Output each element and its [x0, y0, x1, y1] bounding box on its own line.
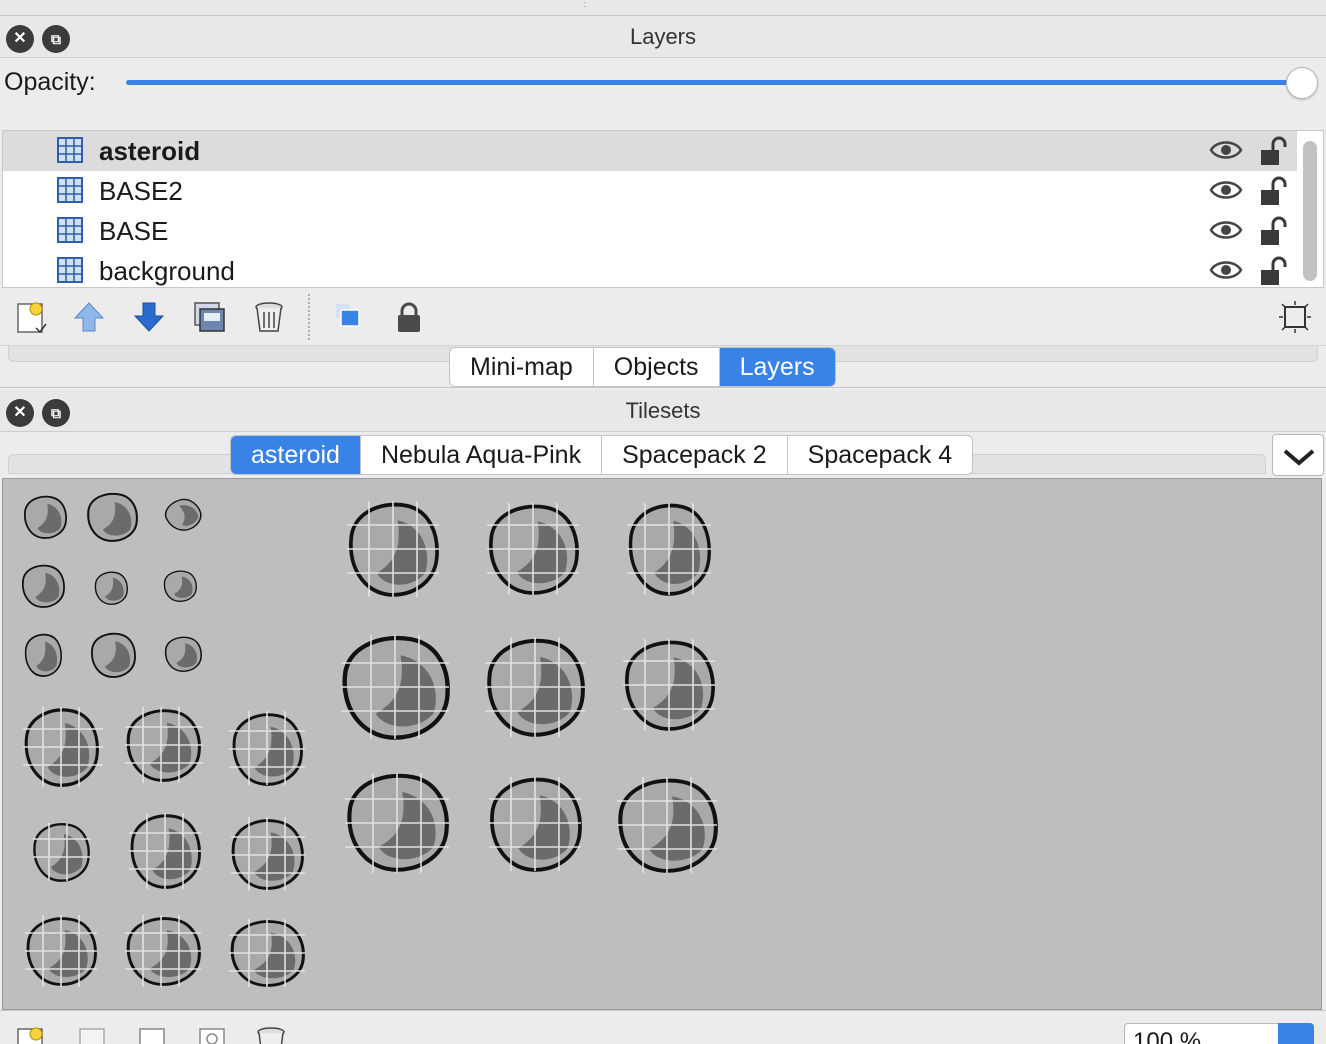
tileset-view[interactable] [2, 478, 1322, 1010]
layer-name: background [99, 256, 235, 286]
tab-tileset-nebula-aqua-pink[interactable]: Nebula Aqua-Pink [361, 436, 603, 474]
tileset-tabs: asteroid Nebula Aqua-Pink Spacepack 2 Sp… [230, 435, 974, 475]
tab-tileset-spacepack-2[interactable]: Spacepack 2 [602, 436, 788, 474]
zoom-dropdown-button[interactable] [1278, 1023, 1314, 1044]
delete-layer-icon[interactable] [252, 300, 286, 334]
splitter-grip[interactable]: ⋮ [580, 0, 590, 12]
new-layer-icon[interactable] [16, 300, 50, 334]
asteroid-tile[interactable] [26, 635, 62, 676]
new-tileset-icon[interactable] [16, 1025, 50, 1044]
tab-layers[interactable]: Layers [719, 348, 835, 386]
raise-layer-icon[interactable] [72, 300, 106, 334]
tileset-properties-icon[interactable] [196, 1025, 230, 1044]
opacity-label: Opacity: [4, 68, 96, 96]
opacity-row: Opacity: [0, 58, 1326, 128]
visibility-eye-icon[interactable] [1209, 217, 1243, 243]
opacity-slider-knob[interactable] [1286, 67, 1318, 99]
layer-row-asteroid[interactable]: asteroid [3, 131, 1297, 171]
tab-tileset-spacepack-4[interactable]: Spacepack 4 [788, 436, 973, 474]
dock-tabs: Mini-map Objects Layers [449, 347, 836, 387]
visibility-eye-icon[interactable] [1209, 177, 1243, 203]
highlight-layer-icon[interactable] [1278, 300, 1312, 334]
asteroid-tiles [3, 479, 1322, 1010]
layers-panel-title: Layers [629, 24, 697, 49]
toolbar-separator [308, 294, 310, 340]
visibility-eye-icon[interactable] [1209, 257, 1243, 283]
layer-list-scrollbar[interactable] [1303, 141, 1317, 281]
unlocked-padlock-icon[interactable] [1257, 175, 1289, 207]
tab-mini-map[interactable]: Mini-map [450, 348, 594, 386]
asteroid-tile[interactable] [88, 494, 137, 541]
tile-layer-icon [57, 217, 83, 243]
tab-objects[interactable]: Objects [594, 348, 720, 386]
tileset-tab-bar: asteroid Nebula Aqua-Pink Spacepack 2 Sp… [0, 434, 1326, 478]
window-top-strip: ⋮ [0, 0, 1326, 16]
tile-layer-icon [57, 257, 83, 283]
lock-layer-icon[interactable] [392, 300, 426, 334]
layer-properties-icon[interactable] [332, 300, 366, 334]
asteroid-tile[interactable] [492, 780, 580, 870]
duplicate-layer-icon[interactable] [192, 300, 226, 334]
layer-name: BASE2 [99, 176, 183, 206]
tab-tileset-asteroid[interactable]: asteroid [231, 436, 361, 474]
tile-layer-icon [57, 137, 83, 163]
layers-dock-titlebar: ✕ ⧉ Layers [0, 16, 1326, 58]
asteroid-tile[interactable] [166, 637, 202, 671]
tilesets-dock-titlebar: ✕ ⧉ Tilesets [0, 390, 1326, 432]
tilesets-toolbar: 100 % [0, 1010, 1326, 1044]
tile-layer-icon [57, 177, 83, 203]
chevron-down-icon [1283, 449, 1315, 466]
dock-tab-bar: Mini-map Objects Layers [0, 346, 1326, 388]
tileset-list-dropdown[interactable] [1272, 434, 1324, 476]
import-tileset-icon[interactable] [76, 1025, 110, 1044]
layer-row-base2[interactable]: BASE2 [3, 171, 1297, 211]
tilesets-panel-title: Tilesets [625, 398, 701, 423]
asteroid-tile[interactable] [345, 638, 448, 738]
layers-toolbar [0, 290, 1326, 346]
layer-row-background[interactable]: background [3, 251, 1297, 291]
asteroid-tile[interactable] [95, 572, 127, 604]
asteroid-tile[interactable] [160, 495, 206, 536]
unlocked-padlock-icon[interactable] [1257, 135, 1289, 167]
unlocked-padlock-icon[interactable] [1257, 255, 1289, 287]
asteroid-tile[interactable] [25, 497, 66, 538]
opacity-slider-track[interactable] [126, 80, 1302, 85]
layer-name: asteroid [99, 136, 201, 166]
layer-name: BASE [99, 216, 169, 246]
unlocked-padlock-icon[interactable] [1257, 215, 1289, 247]
asteroid-tile[interactable] [164, 571, 196, 601]
remove-tileset-icon[interactable] [254, 1025, 288, 1044]
layer-row-base[interactable]: BASE [3, 211, 1297, 251]
zoom-combobox[interactable]: 100 % [1124, 1023, 1284, 1044]
asteroid-tile[interactable] [92, 634, 135, 677]
export-tileset-icon[interactable] [136, 1025, 170, 1044]
lower-layer-icon[interactable] [132, 300, 166, 334]
visibility-eye-icon[interactable] [1209, 137, 1243, 163]
asteroid-tile[interactable] [34, 824, 88, 880]
asteroid-tile[interactable] [23, 566, 64, 607]
layer-list: asteroid BASE2 BASE background [2, 130, 1324, 288]
